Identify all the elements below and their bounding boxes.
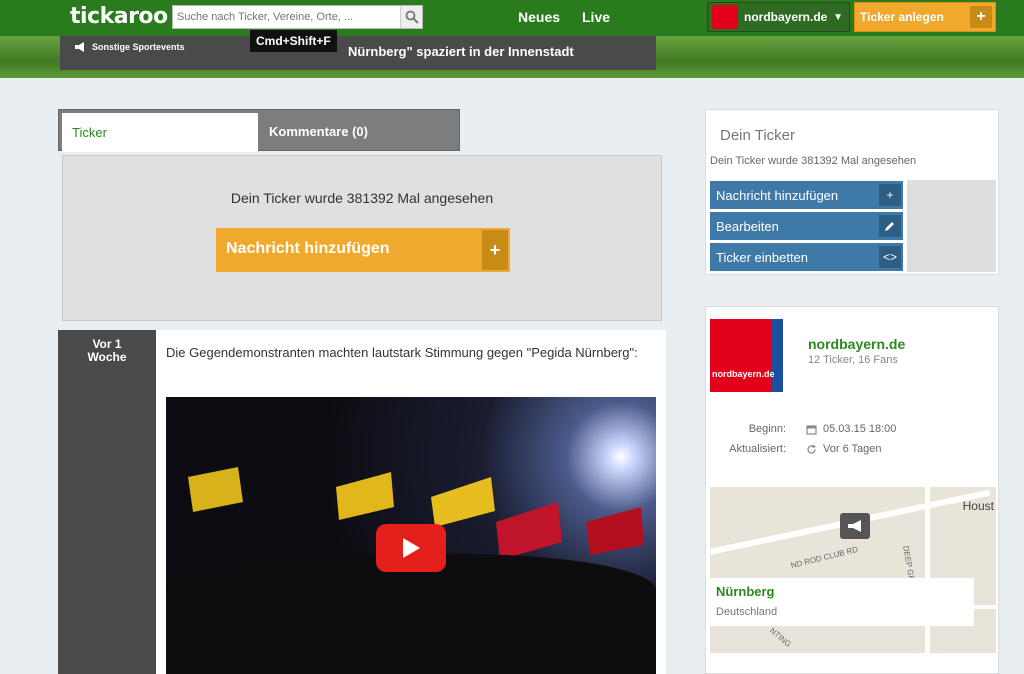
map-place-card: Nürnberg Deutschland [710, 578, 974, 626]
ticker-post: Vor 1 Woche Die Gegendemonstranten macht… [58, 330, 666, 674]
location-map[interactable]: ND ROD CLUB RD DEEP GRASS LN NTING Houst… [710, 487, 996, 653]
search-input[interactable] [173, 6, 393, 28]
search-icon [405, 10, 419, 24]
placeholder-panel [907, 180, 996, 272]
flag-icon [431, 477, 495, 527]
flag-icon [496, 502, 562, 560]
plus-icon: + [970, 6, 992, 28]
plus-icon: + [482, 230, 508, 270]
post-time: Vor 1 Woche [58, 330, 156, 674]
views-count-text: Dein Ticker wurde 381392 Mal angesehen [230, 190, 494, 206]
play-icon [403, 538, 420, 558]
my-ticker-card: Dein Ticker Dein Ticker wurde 381392 Mal… [705, 109, 999, 275]
event-category[interactable]: Sonstige Sportevents [74, 42, 185, 52]
place-name[interactable]: Nürnberg [716, 584, 968, 599]
nav-neues[interactable]: Neues [518, 9, 560, 25]
logo-stripe [771, 319, 783, 392]
start-value-row: 05.03.15 18:00 [806, 423, 896, 435]
top-bar: tickaroo Neues Live nordbayern.de ▼ Tick… [0, 0, 1024, 36]
place-country: Deutschland [716, 606, 778, 618]
map-road [925, 487, 930, 653]
sidebar-add-message-button[interactable]: Nachricht hinzufügen + [710, 181, 903, 209]
ticker-views-panel: Dein Ticker wurde 381392 Mal angesehen N… [62, 155, 662, 321]
refresh-icon [807, 444, 816, 454]
logo-text: nordbayern.de [712, 369, 775, 379]
portal-selector[interactable]: nordbayern.de ▼ [707, 2, 850, 32]
flag-icon [188, 467, 243, 512]
plus-icon: + [879, 184, 901, 206]
updated-value-row: Vor 6 Tagen [806, 443, 882, 455]
flag-icon [586, 507, 644, 555]
flag-icon [336, 472, 394, 520]
search-button[interactable] [400, 6, 422, 28]
crowd-silhouette [166, 554, 656, 674]
create-ticker-button[interactable]: Ticker anlegen + [854, 2, 996, 32]
post-text: Die Gegendemonstranten machten lautstark… [166, 345, 638, 360]
pencil-icon [879, 215, 901, 237]
add-message-button[interactable]: Nachricht hinzufügen + [216, 228, 510, 272]
ticker-tabs: Ticker Kommentare (0) [58, 109, 460, 152]
map-city-label: Houst [962, 499, 994, 513]
search-box [172, 5, 423, 29]
updated-label: Aktualisiert: [729, 443, 786, 455]
my-ticker-title: Dein Ticker [720, 127, 796, 144]
sidebar-edit-label: Bearbeiten [716, 219, 779, 234]
calendar-icon [806, 424, 817, 435]
megaphone-icon [848, 520, 861, 532]
tab-comments[interactable]: Kommentare (0) [269, 124, 368, 139]
my-ticker-views: Dein Ticker wurde 381392 Mal angesehen [710, 155, 917, 167]
publisher-card: nordbayern.de nordbayern.de 12 Ticker, 1… [705, 306, 999, 674]
chevron-down-icon: ▼ [833, 11, 843, 23]
add-message-label: Nachricht hinzufügen [226, 240, 390, 257]
start-value: 05.03.15 18:00 [823, 423, 897, 435]
create-ticker-label: Ticker anlegen [860, 10, 944, 24]
updated-value: Vor 6 Tagen [823, 443, 882, 455]
nordbayern-small-logo [712, 5, 738, 29]
post-time-line2: Woche [87, 350, 127, 364]
video-player[interactable] [166, 397, 656, 674]
sidebar-edit-button[interactable]: Bearbeiten [710, 212, 903, 240]
event-header: Sonstige Sportevents Nürnberg" spaziert … [0, 36, 1024, 78]
tab-ticker[interactable]: Ticker [62, 113, 258, 152]
map-road-label: ND ROD CLUB RD [789, 544, 859, 571]
megaphone-icon [75, 42, 84, 52]
event-headline: Nürnberg" spaziert in der Innenstadt [348, 44, 574, 59]
map-pin[interactable] [840, 513, 870, 539]
start-label: Beginn: [748, 423, 786, 435]
map-road-label: NTING [768, 626, 793, 649]
sidebar-embed-label: Ticker einbetten [716, 250, 809, 265]
portal-name: nordbayern.de [744, 10, 828, 24]
tickaroo-logo[interactable]: tickaroo [70, 4, 168, 29]
publisher-stats: 12 Ticker, 16 Fans [808, 354, 898, 366]
code-icon: <> [879, 246, 901, 268]
shortcut-tooltip: Cmd+Shift+F [250, 30, 337, 52]
event-category-label: Sonstige Sportevents [92, 42, 185, 52]
nordbayern-logo[interactable]: nordbayern.de [710, 319, 783, 392]
sidebar-add-message-label: Nachricht hinzufügen [716, 188, 839, 203]
publisher-name[interactable]: nordbayern.de [808, 336, 905, 352]
play-button[interactable] [376, 524, 446, 572]
sidebar-embed-button[interactable]: Ticker einbetten <> [710, 243, 903, 271]
nav-live[interactable]: Live [582, 9, 610, 25]
